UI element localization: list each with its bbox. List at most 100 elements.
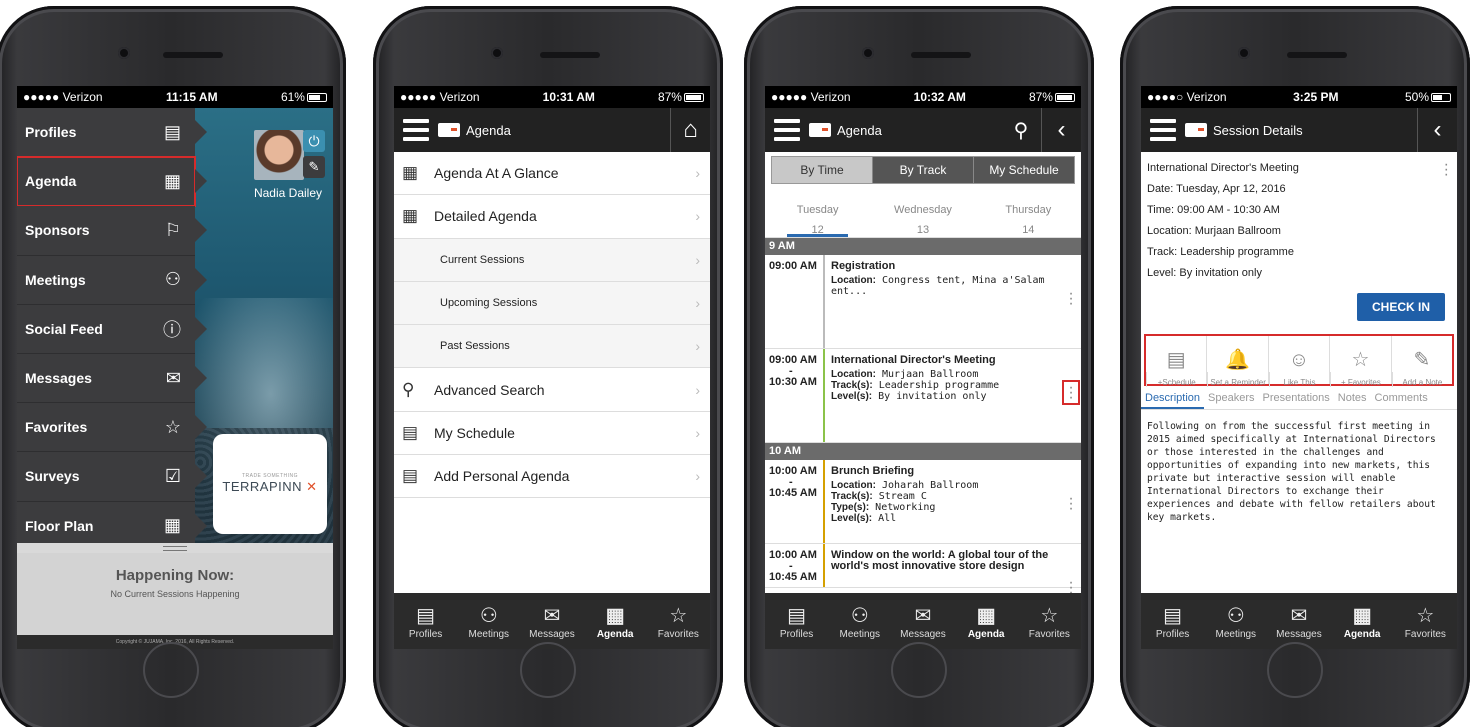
phone-frame-2: ●●●●● Verizon 10:31 AM 87% Agenda ⌂ ▦ Age… [373,6,723,727]
session-action-bar: ▤ +Schedule 🔔 Set a Reminder ☺ Like This ☆ + Fa… [1144,334,1454,387]
action-label: Like This [1268,372,1329,387]
segment-by-time[interactable]: By Time [772,157,872,183]
session-row[interactable]: 10:00 AM -10:45 AM Brunch Briefing Location… [765,460,1081,544]
tab-meetings[interactable]: ⚇ Meetings [459,603,519,640]
tab-agenda[interactable]: ▦ Agenda [585,603,645,640]
day-tab-tuesday[interactable]: Tuesday 12 [765,188,870,237]
session-row[interactable]: 09:00 AM Registration Location: Congress t… [765,255,1081,349]
tab-messages[interactable]: ✉ Messages [522,603,582,640]
search-icon[interactable]: ⚲ [1001,108,1041,152]
agenda-item-my-schedule[interactable]: ▤ My Schedule › [394,412,710,456]
session-detail-line: Track(s): Leadership programme [831,380,1055,391]
agenda-item-add-personal-agenda[interactable]: ▤ Add Personal Agenda › [394,455,710,499]
home-button[interactable] [143,642,199,698]
tab-favorites[interactable]: ☆ Favorites [1019,603,1079,640]
happening-now-panel: Happening Now: No Current Sessions Happe… [17,553,333,635]
tab-presentations[interactable]: Presentations [1259,388,1334,409]
tab-agenda[interactable]: ▦ Agenda [956,603,1016,640]
tab-speakers[interactable]: Speakers [1204,388,1258,409]
battery-percent: 50% [1404,90,1429,104]
action-schedule[interactable]: ▤ +Schedule [1146,336,1206,387]
action-like-this[interactable]: ☺ Like This [1267,336,1329,387]
action-add-a-note[interactable]: ✎ Add a Note [1390,336,1452,387]
session-list-10am: 10:00 AM -10:45 AM Brunch Briefing Location… [765,460,1081,601]
hamburger-menu-icon[interactable] [394,108,438,152]
tab-profiles[interactable]: ▤ Profiles [396,603,456,640]
phone-frame-4: ●●●●○ Verizon 3:25 PM 50% Session Detail… [1120,6,1470,727]
day-name: Wednesday [894,204,952,216]
segment-my-schedule[interactable]: My Schedule [973,157,1074,183]
home-button[interactable] [1267,642,1323,698]
check-in-button[interactable]: CHECK IN [1357,293,1445,321]
agenda-item-agenda-at-a-glance[interactable]: ▦ Agenda At A Glance › [394,152,710,196]
tab-label: Agenda [1343,628,1381,640]
chevron-right-icon: › [695,208,700,225]
tab-comments[interactable]: Comments [1371,388,1432,409]
avatar[interactable] [254,130,304,180]
day-tab-wednesday[interactable]: Wednesday 13 [870,188,975,237]
action-favorites[interactable]: ☆ + Favorites [1329,336,1390,387]
clock: 10:32 AM [913,90,966,104]
hamburger-menu-icon[interactable] [765,108,809,152]
tab-favorites[interactable]: ☆ Favorites [1395,603,1455,640]
tab-meetings[interactable]: ⚇ Meetings [1206,603,1266,640]
tab-agenda[interactable]: ▦ Agenda [1332,603,1392,640]
favorites-icon: ☆ [1416,604,1435,627]
agenda-item-upcoming-sessions[interactable]: Upcoming Sessions › [394,281,710,326]
status-bar: ●●●●● Verizon 10:31 AM 87% [394,86,710,108]
menu-item-favorites[interactable]: Favorites ☆ [17,403,207,453]
agenda-item-advanced-search[interactable]: ⚲ Advanced Search › [394,368,710,412]
session-body: Registration Location: Congress tent, Min… [825,255,1081,348]
agenda-item-past-sessions[interactable]: Past Sessions › [394,325,710,369]
segment-by-track[interactable]: By Track [872,157,973,183]
tab-profiles[interactable]: ▤ Profiles [767,603,827,640]
session-row[interactable]: 09:00 AM -10:30 AM International Director'… [765,349,1081,443]
hamburger-menu-icon[interactable] [1141,108,1185,152]
session-level: Level: By invitation only [1147,267,1262,279]
action-set-a-reminder[interactable]: 🔔 Set a Reminder [1206,336,1267,387]
action-icon: ✎ [1413,349,1431,371]
session-row[interactable]: 10:00 AM -10:45 AM Window on the world: A … [765,544,1081,601]
more-options-icon[interactable]: ··· [1062,380,1080,406]
action-label: Set a Reminder [1207,372,1267,387]
agenda-item-current-sessions[interactable]: Current Sessions › [394,238,710,282]
menu-item-surveys[interactable]: Surveys ☑ [17,452,207,502]
tab-description[interactable]: Description [1141,388,1205,409]
app-logo [809,123,831,137]
menu-item-social-feed[interactable]: Social Feed ⓘ [17,304,207,354]
tab-messages[interactable]: ✉ Messages [1269,603,1329,640]
drawer-handle[interactable] [17,543,333,553]
more-options-icon[interactable]: ··· [1444,157,1449,183]
session-body: Brunch Briefing Location: Joharah Ballroo… [825,460,1081,543]
menu-item-profiles[interactable]: Profiles ▤ [17,108,207,158]
home-icon[interactable]: ⌂ [670,108,710,152]
tab-favorites[interactable]: ☆ Favorites [648,603,708,640]
session-location: Location: Murjaan Ballroom [1147,225,1281,237]
menu-item-sponsors[interactable]: Sponsors ⚐ [17,206,207,256]
day-tab-thursday[interactable]: Thursday 14 [976,188,1081,237]
session-start: 09:00 AM [769,260,817,272]
menu-item-agenda[interactable]: Agenda ▦ [17,156,207,208]
session-end: 10:45 AM [769,571,817,583]
happening-subtitle: No Current Sessions Happening [110,589,240,599]
logout-icon[interactable]: ⏻ [303,130,325,152]
tab-meetings[interactable]: ⚇ Meetings [830,603,890,640]
back-icon[interactable]: ‹ [1041,108,1081,152]
agenda-item-label: Agenda At A Glance [434,165,559,182]
home-button[interactable] [891,642,947,698]
agenda-item-detailed-agenda[interactable]: ▦ Detailed Agenda › [394,195,710,239]
menu-item-messages[interactable]: Messages ✉ [17,353,207,404]
tab-messages[interactable]: ✉ Messages [893,603,953,640]
back-icon[interactable]: ‹ [1417,108,1457,152]
more-options-icon[interactable]: ··· [1067,491,1075,517]
clock: 3:25 PM [1293,90,1339,104]
menu-item-meetings[interactable]: Meetings ⚇ [17,255,207,305]
edit-profile-icon[interactable]: ✎ [303,156,325,178]
home-button[interactable] [520,642,576,698]
more-options-icon[interactable]: ··· [1067,286,1075,312]
app-logo [1185,123,1207,137]
event-logo: TRADE SOMETHING TERRAPINN ✕ [213,434,327,534]
logo-wordmark: TERRAPINN ✕ [222,479,317,495]
tab-profiles[interactable]: ▤ Profiles [1143,603,1203,640]
tab-notes[interactable]: Notes [1334,388,1371,409]
